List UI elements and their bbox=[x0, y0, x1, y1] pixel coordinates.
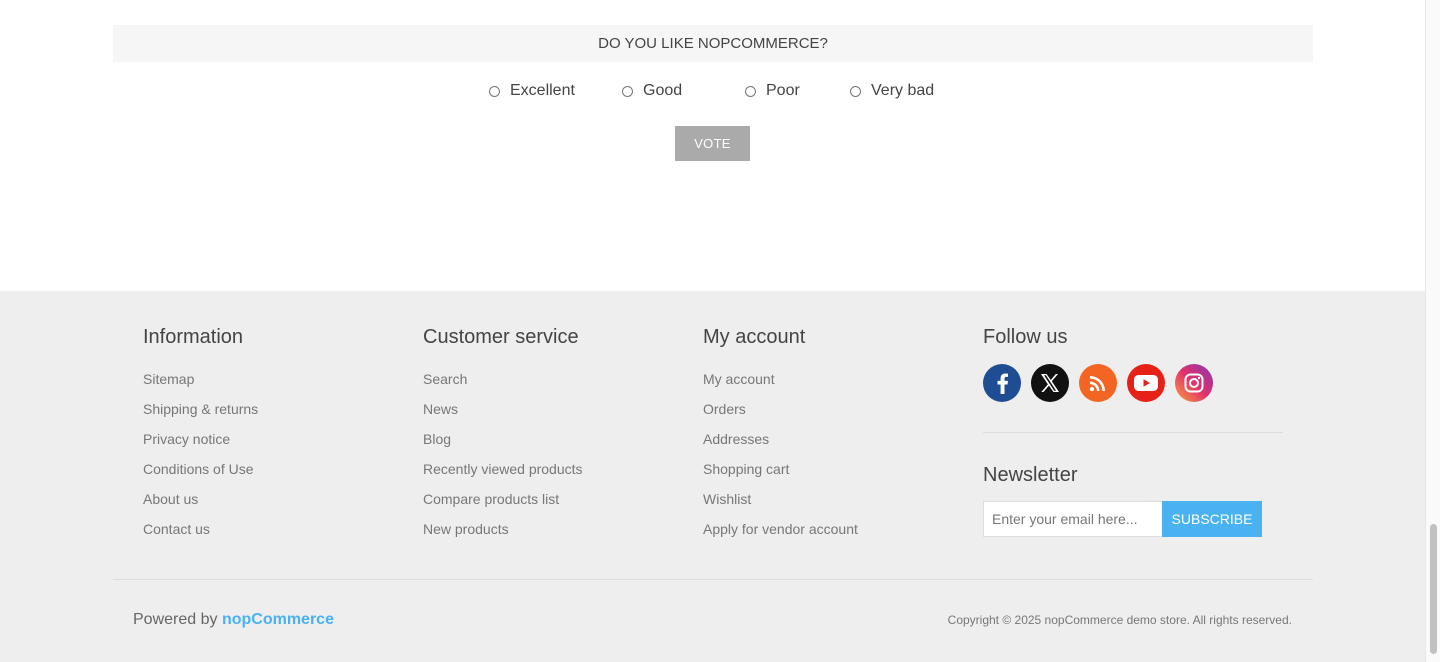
footer-information-title: Information bbox=[143, 326, 244, 348]
instagram-icon[interactable] bbox=[1175, 364, 1213, 402]
footer-link-wishlist[interactable]: Wishlist bbox=[703, 489, 858, 519]
poll-option-label: Excellent bbox=[510, 82, 575, 99]
radio-button[interactable] bbox=[622, 85, 633, 97]
footer-link-news[interactable]: News bbox=[423, 399, 583, 429]
footer-link-new-products[interactable]: New products bbox=[423, 519, 583, 549]
newsletter-title: Newsletter bbox=[983, 464, 1078, 486]
footer-link-search[interactable]: Search bbox=[423, 369, 583, 399]
footer-link-orders[interactable]: Orders bbox=[703, 399, 858, 429]
footer-link-contact-us[interactable]: Contact us bbox=[143, 519, 258, 549]
subscribe-button[interactable]: SUBSCRIBE bbox=[1162, 501, 1262, 537]
social-icons bbox=[983, 364, 1213, 402]
footer-link-conditions-of-use[interactable]: Conditions of Use bbox=[143, 459, 258, 489]
poll-question: DO YOU LIKE NOPCOMMERCE? bbox=[113, 25, 1313, 62]
poll-option-label: Poor bbox=[766, 82, 800, 99]
poll-option-poor[interactable]: Poor bbox=[745, 82, 800, 100]
footer-link-sitemap[interactable]: Sitemap bbox=[143, 369, 258, 399]
powered-by-link[interactable]: nopCommerce bbox=[222, 611, 334, 628]
powered-by-prefix: Powered by bbox=[133, 611, 218, 628]
footer-link-addresses[interactable]: Addresses bbox=[703, 429, 858, 459]
radio-button[interactable] bbox=[850, 85, 861, 97]
copyright-text: Copyright © 2025 nopCommerce demo store.… bbox=[947, 613, 1292, 627]
footer-link-blog[interactable]: Blog bbox=[423, 429, 583, 459]
footer-my-account-title: My account bbox=[703, 326, 806, 348]
newsletter-email-input[interactable]: Enter your email here... bbox=[983, 501, 1163, 537]
poll-option-excellent[interactable]: Excellent bbox=[489, 82, 575, 100]
footer-customer-service-title: Customer service bbox=[423, 326, 579, 348]
poll-option-label: Very bad bbox=[871, 82, 935, 99]
radio-button[interactable] bbox=[489, 85, 500, 97]
footer-link-shipping-returns[interactable]: Shipping & returns bbox=[143, 399, 258, 429]
poll-option-very-bad[interactable]: Very bad bbox=[850, 82, 934, 100]
poll-options: Excellent Good Poor Very bad bbox=[0, 82, 1425, 102]
scrollbar-thumb[interactable] bbox=[1430, 524, 1437, 654]
radio-button[interactable] bbox=[745, 85, 756, 97]
footer-link-my-account[interactable]: My account bbox=[703, 369, 858, 399]
poll-option-label: Good bbox=[643, 82, 683, 99]
rss-icon[interactable] bbox=[1079, 364, 1117, 402]
divider bbox=[983, 432, 1283, 433]
powered-by: Powered by nopCommerce bbox=[133, 611, 334, 629]
vote-button[interactable]: VOTE bbox=[675, 126, 750, 161]
footer: Information Sitemap Shipping & returns P… bbox=[0, 291, 1425, 662]
page: DO YOU LIKE NOPCOMMERCE? Excellent Good … bbox=[0, 0, 1425, 662]
youtube-icon[interactable] bbox=[1127, 364, 1165, 402]
footer-follow-title: Follow us bbox=[983, 326, 1068, 348]
vertical-scrollbar[interactable] bbox=[1425, 0, 1440, 662]
footer-link-recently-viewed[interactable]: Recently viewed products bbox=[423, 459, 583, 489]
facebook-icon[interactable] bbox=[983, 364, 1021, 402]
footer-link-about-us[interactable]: About us bbox=[143, 489, 258, 519]
footer-link-compare-products[interactable]: Compare products list bbox=[423, 489, 583, 519]
footer-link-shopping-cart[interactable]: Shopping cart bbox=[703, 459, 858, 489]
footer-link-privacy-notice[interactable]: Privacy notice bbox=[143, 429, 258, 459]
poll-option-good[interactable]: Good bbox=[622, 82, 682, 100]
x-icon[interactable] bbox=[1031, 364, 1069, 402]
footer-link-vendor-account[interactable]: Apply for vendor account bbox=[703, 519, 858, 549]
footer-divider bbox=[113, 579, 1313, 580]
